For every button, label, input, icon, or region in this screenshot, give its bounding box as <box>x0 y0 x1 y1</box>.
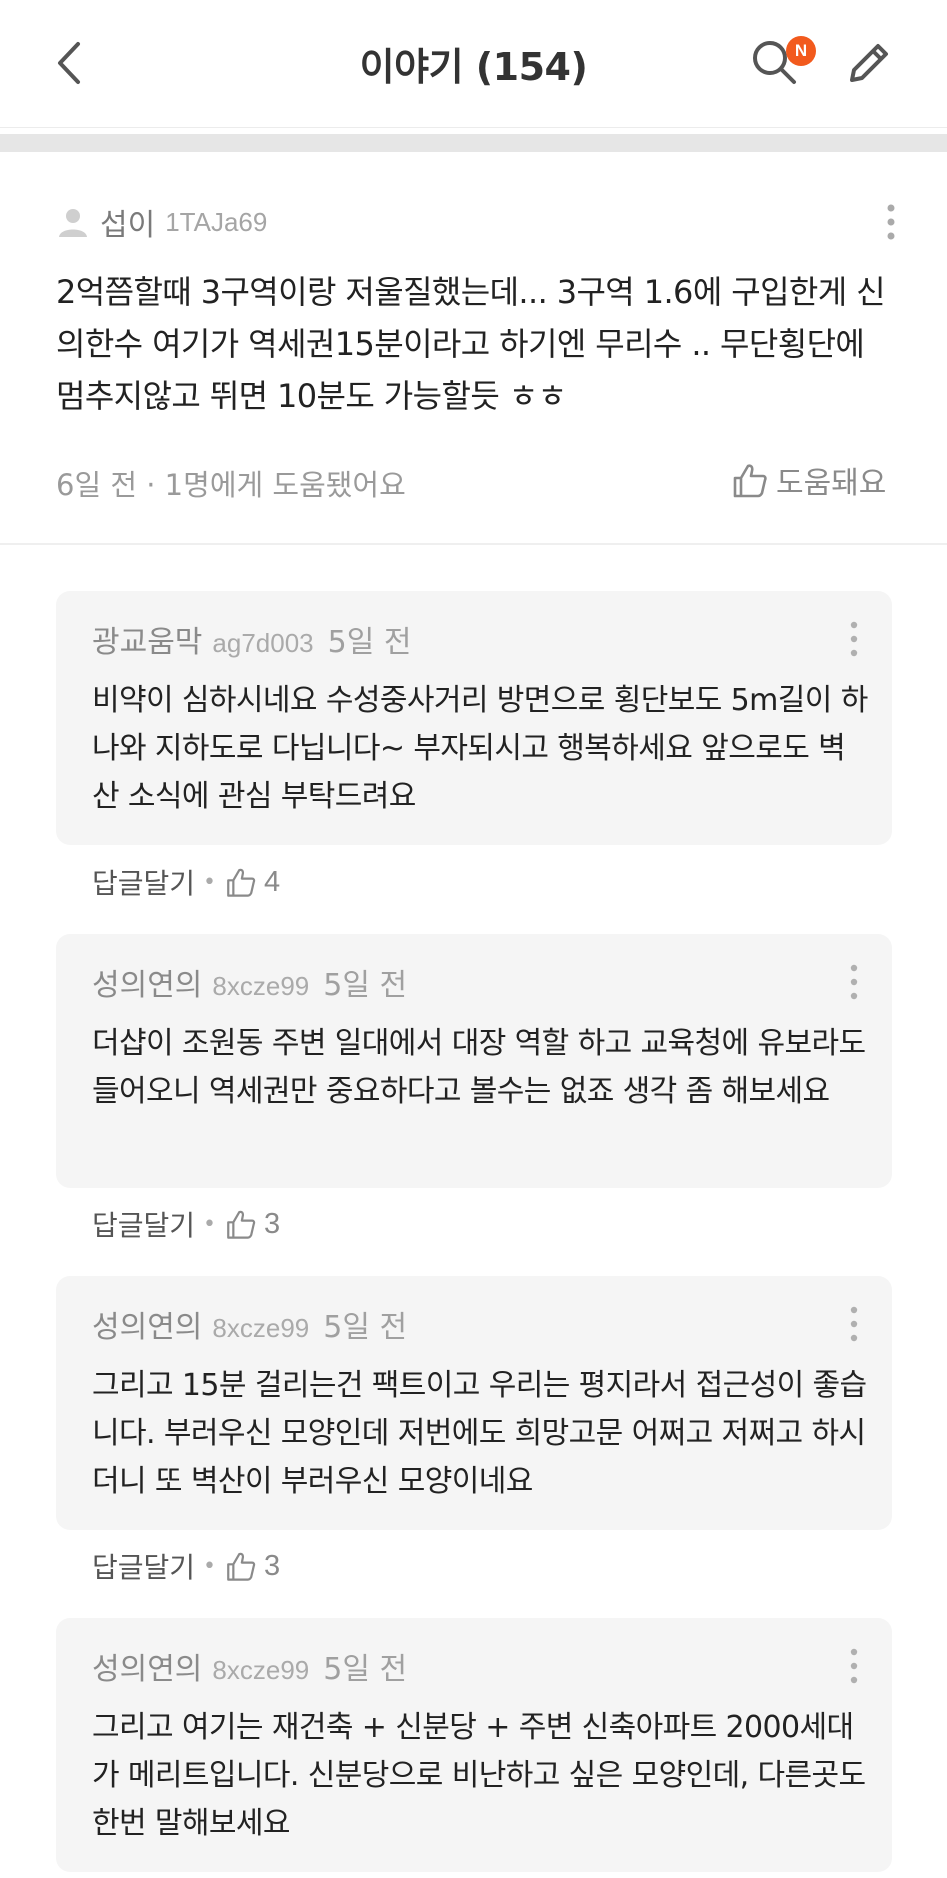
comment-user-id: 8xcze99 <box>212 1313 310 1343</box>
comment-author: 광교움막 ag7d003 5일 전 <box>92 617 411 661</box>
app-header: 이야기 (154) N <box>0 0 947 128</box>
comment-time: 5일 전 <box>323 968 408 1003</box>
post-card: 섭이 1TAJa69 2억쯤할때 3구역이랑 저울질했는데... 3구역 1.6… <box>0 152 947 545</box>
helpful-button[interactable]: 도움돼요 <box>730 458 886 502</box>
dot-separator: • <box>203 869 217 895</box>
comment-card: 성의연의 8xcze99 5일 전 그리고 15분 걸리는건 팩트이고 우리는 … <box>56 1276 892 1530</box>
thumbs-up-icon[interactable] <box>224 1207 258 1241</box>
post-user-id: 1TAJa69 <box>165 206 268 237</box>
comment-nickname[interactable]: 성의연의 <box>92 1302 202 1346</box>
post-body: 2억쯤할때 3구역이랑 저울질했는데... 3구역 1.6에 구입한게 신의한수… <box>56 273 886 415</box>
comment-text: 더샵이 조원동 주변 일대에서 대장 역할 하고 교육청에 유보라도 들어오니 … <box>92 1026 866 1109</box>
like-count: 3 <box>264 1207 281 1240</box>
more-options-icon[interactable] <box>840 619 868 659</box>
post-nickname[interactable]: 섭이 <box>100 200 155 244</box>
comment-actions: 답글달기 • 4 <box>92 862 280 902</box>
comment-text: 비약이 심하시네요 수성중사거리 방면으로 횡단보도 5m길이 하나와 지하도로… <box>92 683 868 814</box>
dot-separator: • <box>203 1553 217 1579</box>
helpful-label: 도움돼요 <box>776 466 887 501</box>
notification-badge: N <box>786 36 816 66</box>
comment-actions: 답글달기 • 3 <box>92 1204 280 1244</box>
comment-nickname[interactable]: 성의연의 <box>92 960 202 1004</box>
dot-separator: • <box>203 1211 217 1237</box>
section-divider <box>0 134 947 152</box>
thumbs-up-icon <box>733 464 767 498</box>
post-footer: 6일 전 · 1명에게 도움됐어요 <box>56 468 406 502</box>
comment-text: 그리고 15분 걸리는건 팩트이고 우리는 평지라서 접근성이 좋습니다. 부러… <box>92 1368 867 1499</box>
comment-author: 성의연의 8xcze99 5일 전 <box>92 1302 407 1346</box>
comment-actions: 답글달기 • 3 <box>92 1546 280 1586</box>
comment-time: 5일 전 <box>327 625 412 660</box>
reply-button[interactable]: 답글달기 <box>92 1204 195 1244</box>
comment-card: 성의연의 8xcze99 5일 전 더샵이 조원동 주변 일대에서 대장 역할 … <box>56 934 892 1188</box>
reply-button[interactable]: 답글달기 <box>92 1546 195 1586</box>
comment-nickname[interactable]: 성의연의 <box>92 1644 202 1688</box>
comment-card: 광교움막 ag7d003 5일 전 비약이 심하시네요 수성중사거리 방면으로 … <box>56 591 892 845</box>
thumbs-up-icon[interactable] <box>224 1549 258 1583</box>
comment-user-id: 8xcze99 <box>212 971 310 1001</box>
like-count: 3 <box>264 1549 281 1582</box>
comment-user-id: ag7d003 <box>212 628 314 658</box>
comment-text: 그리고 여기는 재건축 + 신분당 + 주변 신축아파트 2000세대 가 메리… <box>92 1710 866 1841</box>
post-author: 섭이 1TAJa69 <box>56 200 268 244</box>
comment-card: 성의연의 8xcze99 5일 전 그리고 여기는 재건축 + 신분당 + 주변… <box>56 1618 892 1872</box>
comment-user-id: 8xcze99 <box>212 1655 310 1685</box>
more-options-icon[interactable] <box>840 1304 868 1344</box>
like-count: 4 <box>264 865 281 898</box>
pencil-icon[interactable] <box>842 36 896 90</box>
more-options-icon[interactable] <box>874 202 908 242</box>
more-options-icon[interactable] <box>840 962 868 1002</box>
comment-time: 5일 전 <box>323 1310 408 1345</box>
comment-author: 성의연의 8xcze99 5일 전 <box>92 1644 407 1688</box>
comment-time: 5일 전 <box>323 1652 408 1687</box>
comment-author: 성의연의 8xcze99 5일 전 <box>92 960 407 1004</box>
more-options-icon[interactable] <box>840 1646 868 1686</box>
user-icon <box>59 209 87 237</box>
comment-nickname[interactable]: 광교움막 <box>92 617 202 661</box>
reply-button[interactable]: 답글달기 <box>92 862 195 902</box>
thumbs-up-icon[interactable] <box>224 865 258 899</box>
